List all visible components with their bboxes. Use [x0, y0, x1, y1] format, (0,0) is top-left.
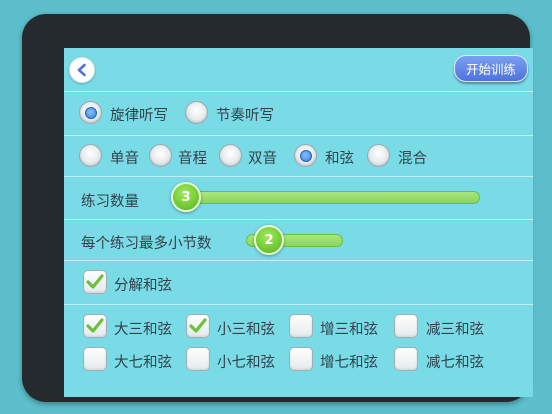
divider: [64, 304, 533, 305]
max-bars-knob[interactable]: 2: [254, 225, 284, 255]
chord-checkbox-augmented-seventh[interactable]: [289, 347, 313, 371]
divider: [64, 219, 533, 220]
chord-label: 小七和弦: [217, 355, 275, 371]
settings-screen: 开始训练 旋律听写 节奏听写 单音 音程 双音 和弦 混合 练习数量 3 每个练…: [64, 48, 533, 397]
radio-label: 混合: [398, 151, 427, 167]
chord-checkbox-augmented-triad[interactable]: [289, 314, 313, 338]
exercise-count-knob[interactable]: 3: [171, 182, 201, 212]
radio-chord[interactable]: [294, 144, 317, 167]
radio-rhythm-dictation[interactable]: [185, 101, 208, 124]
chord-label: 增七和弦: [320, 355, 378, 371]
radio-label: 节奏听写: [216, 108, 274, 124]
chord-checkbox-minor-seventh[interactable]: [186, 347, 210, 371]
radio-selected-dot: [299, 149, 312, 162]
exercise-count-label: 练习数量: [81, 194, 139, 210]
radio-label: 音程: [178, 151, 207, 167]
chord-checkbox-major-triad[interactable]: [83, 314, 107, 338]
checkmark-icon: [86, 318, 104, 333]
start-training-button[interactable]: 开始训练: [454, 55, 528, 82]
radio-single-note[interactable]: [79, 144, 102, 167]
radio-mixed[interactable]: [367, 144, 390, 167]
chord-checkbox-major-seventh[interactable]: [83, 347, 107, 371]
radio-melody-dictation[interactable]: [79, 101, 102, 124]
divider: [64, 91, 533, 92]
radio-label: 单音: [110, 151, 139, 167]
radio-selected-dot: [84, 106, 97, 119]
chord-checkbox-diminished-triad[interactable]: [394, 314, 418, 338]
max-bars-label: 每个练习最多小节数: [81, 236, 212, 252]
chevron-left-icon: [77, 63, 86, 77]
chord-checkbox-minor-triad[interactable]: [186, 314, 210, 338]
arpeggio-checkbox[interactable]: [83, 270, 107, 294]
back-button[interactable]: [69, 57, 95, 83]
chord-label: 大七和弦: [114, 355, 172, 371]
arpeggio-label: 分解和弦: [114, 278, 172, 294]
chord-label: 增三和弦: [320, 322, 378, 338]
exercise-count-slider[interactable]: [174, 191, 480, 204]
radio-label: 和弦: [325, 151, 354, 167]
radio-interval[interactable]: [149, 144, 172, 167]
radio-label: 双音: [248, 151, 277, 167]
radio-label: 旋律听写: [110, 108, 168, 124]
chord-label: 大三和弦: [114, 322, 172, 338]
divider: [64, 260, 533, 261]
divider: [64, 176, 533, 177]
chord-label: 减七和弦: [426, 355, 484, 371]
checkmark-icon: [189, 318, 207, 333]
checkmark-icon: [86, 274, 104, 289]
tablet-frame: 开始训练 旋律听写 节奏听写 单音 音程 双音 和弦 混合 练习数量 3 每个练…: [22, 14, 533, 402]
chord-label: 减三和弦: [426, 322, 484, 338]
radio-double-note[interactable]: [219, 144, 242, 167]
chord-checkbox-diminished-seventh[interactable]: [394, 347, 418, 371]
chord-label: 小三和弦: [217, 322, 275, 338]
divider: [64, 135, 533, 136]
